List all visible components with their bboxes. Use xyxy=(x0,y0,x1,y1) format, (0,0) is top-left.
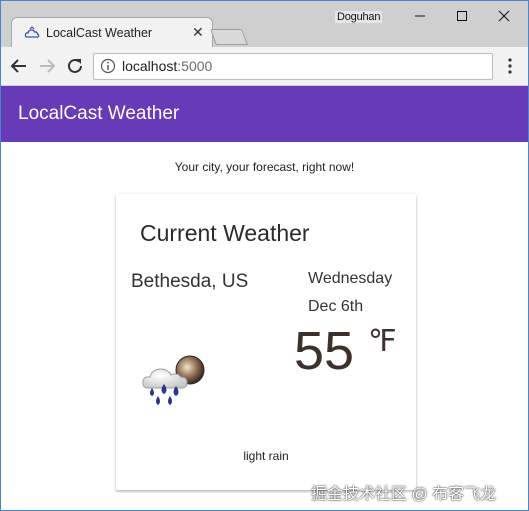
weather-description: light rain xyxy=(243,449,289,463)
weekday: Wednesday xyxy=(308,270,393,287)
minimize-icon[interactable] xyxy=(402,5,438,27)
cloud-favicon-icon xyxy=(24,26,40,38)
browser-window: LocalCast Weather ✕ Doguhan localhost:50… xyxy=(0,0,529,511)
url-text: localhost:5000 xyxy=(122,58,212,74)
url-host: localhost xyxy=(122,58,178,74)
maximize-icon[interactable] xyxy=(444,5,480,27)
new-tab-button[interactable] xyxy=(210,29,248,45)
tab-title: LocalCast Weather xyxy=(46,26,153,40)
url-port: :5000 xyxy=(177,58,213,74)
date: Dec 6th xyxy=(308,298,364,315)
app-title: LocalCast Weather xyxy=(18,103,180,124)
back-arrow-icon[interactable] xyxy=(9,56,29,76)
card-title: Current Weather xyxy=(140,220,310,246)
browser-tab[interactable]: LocalCast Weather ✕ xyxy=(11,17,213,48)
app-toolbar: LocalCast Weather xyxy=(1,86,528,142)
city-name: Bethesda, US xyxy=(131,271,249,292)
info-icon[interactable] xyxy=(100,58,116,74)
more-menu-icon[interactable] xyxy=(505,56,515,76)
temperature-unit: ℉ xyxy=(368,325,397,358)
temperature-value: 55 xyxy=(294,321,355,381)
profile-name[interactable]: Doguhan xyxy=(335,11,383,23)
close-window-icon[interactable] xyxy=(486,5,522,27)
light-rain-icon xyxy=(142,355,205,405)
reload-icon[interactable] xyxy=(65,56,85,76)
tab-strip: LocalCast Weather ✕ Doguhan xyxy=(1,1,528,48)
forward-arrow-icon[interactable] xyxy=(37,56,57,76)
address-bar[interactable]: localhost:5000 xyxy=(93,53,493,80)
current-weather-card: Current Weather Bethesda, US Wednesday D… xyxy=(116,194,416,490)
tagline: Your city, your forecast, right now! xyxy=(174,160,355,174)
close-tab-icon[interactable]: ✕ xyxy=(192,24,204,41)
address-toolbar: localhost:5000 xyxy=(1,47,528,86)
watermark-text: 掘金技术社区 @ 布客飞龙 xyxy=(311,486,497,503)
